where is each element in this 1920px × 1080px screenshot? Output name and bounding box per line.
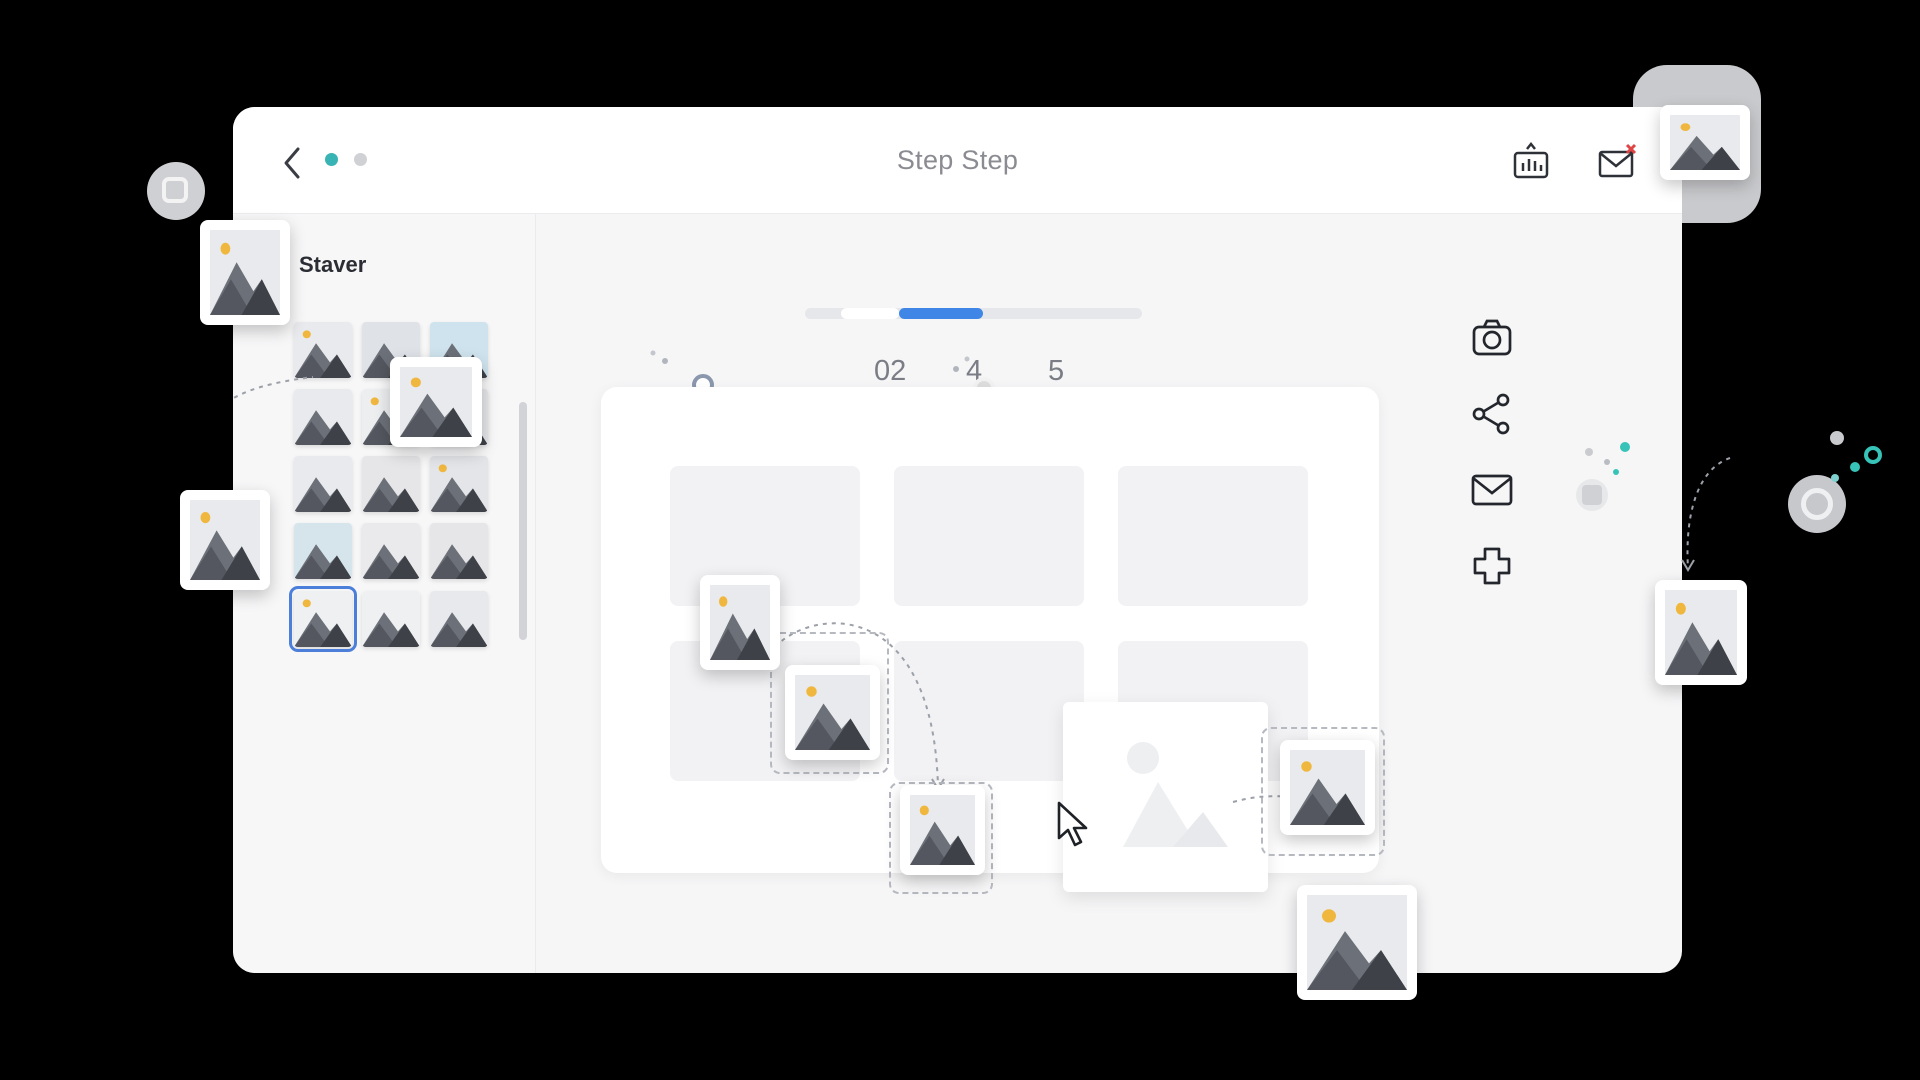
floating-node-left xyxy=(147,162,205,220)
draggable-image-card[interactable] xyxy=(785,665,880,760)
mouse-cursor-icon xyxy=(1055,800,1097,850)
draggable-image-card[interactable] xyxy=(700,575,780,670)
draggable-image-card[interactable] xyxy=(200,220,290,325)
draggable-image-card[interactable] xyxy=(180,490,270,590)
draggable-image-card[interactable] xyxy=(1655,580,1747,685)
draggable-image-card[interactable] xyxy=(1660,105,1750,180)
floating-node-right xyxy=(1788,475,1846,533)
draggable-image-card[interactable] xyxy=(1280,740,1375,835)
draggable-image-card[interactable] xyxy=(390,357,482,447)
draggable-image-card[interactable] xyxy=(900,785,985,875)
draggable-image-card[interactable] xyxy=(1297,885,1417,1000)
